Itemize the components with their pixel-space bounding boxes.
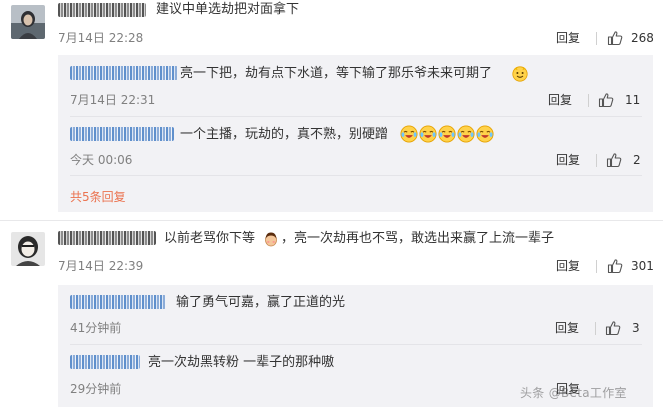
thumb-up-icon[interactable] [607,258,623,274]
avatar[interactable] [11,232,45,266]
username-blurred[interactable] [70,127,174,141]
shy-emoji [263,231,279,247]
like-count: 301 [631,259,654,273]
username-blurred[interactable] [70,66,178,80]
laugh-cry-emoji [400,125,418,143]
comment-text: ，亮一次劫再也不骂，敢选出来赢了上流一辈子 [281,231,555,246]
comment-time: 7月14日 22:39 [58,259,144,273]
laugh-cry-emoji [419,125,437,143]
divider [596,154,597,167]
sub-reply-time: 7月14日 22:31 [70,93,156,107]
thumb-up-icon[interactable] [607,30,623,46]
divider [70,344,642,345]
divider [588,94,589,107]
comment-item: 建议中单选劫把对面拿下 7月14日 22:28 回复 268 亮一下把，劫有点下… [0,0,663,212]
username-blurred[interactable] [70,355,140,369]
reply-button[interactable]: 回复 [548,93,572,107]
divider [70,116,642,117]
sub-reply-time: 29分钟前 [70,382,122,396]
sub-reply-text: 输了勇气可嘉，赢了正道的光 [176,295,346,310]
laugh-cry-emoji [476,125,494,143]
sub-reply-box: 亮一下把，劫有点下水道，等下输了那乐爷未来可期了 7月14日 22:31 回复 … [58,55,653,212]
like-count: 2 [633,153,641,167]
username-blurred[interactable] [58,231,156,245]
sub-reply-time: 今天 00:06 [70,153,133,167]
sub-reply-text: 亮一下把，劫有点下水道，等下输了那乐爷未来可期了 [180,66,493,81]
reply-button[interactable]: 回复 [556,153,580,167]
laugh-cry-emoji [457,125,475,143]
comment-time: 7月14日 22:28 [58,31,144,45]
divider [0,220,663,221]
like-count: 11 [625,93,641,107]
comment-item: 以前老骂你下等 ，亮一次劫再也不骂，敢选出来赢了上流一辈子 7月14日 22:3… [0,222,663,407]
comment-text: 建议中单选劫把对面拿下 [156,2,300,17]
reply-button[interactable]: 回复 [556,31,580,45]
divider [596,260,597,273]
divider [596,32,597,45]
username-blurred[interactable] [58,3,146,17]
reply-button[interactable]: 回复 [555,321,579,335]
sub-reply-text: 亮一次劫黑转粉 一辈子的那种嗷 [148,355,335,370]
username-blurred[interactable] [70,295,166,309]
watermark: 头条 @Beta工作室 [520,386,627,400]
comment-text: 以前老骂你下等 [164,231,256,246]
divider [70,175,642,176]
sub-reply-text: 一个主播，玩劫的，真不熟，别硬蹭 [180,127,389,142]
divider [595,322,596,335]
smile-emoji [512,66,528,82]
like-count: 268 [631,31,654,45]
avatar[interactable] [11,5,45,39]
thumb-up-icon[interactable] [606,152,622,168]
reply-button[interactable]: 回复 [556,259,580,273]
laugh-cry-emoji [438,125,456,143]
thumb-up-icon[interactable] [605,320,621,336]
thumb-up-icon[interactable] [598,92,614,108]
sub-reply-time: 41分钟前 [70,321,122,335]
comment-thread: 建议中单选劫把对面拿下 7月14日 22:28 回复 268 亮一下把，劫有点下… [0,0,663,407]
more-replies-link[interactable]: 共5条回复 [70,190,126,204]
like-count: 3 [632,321,640,335]
